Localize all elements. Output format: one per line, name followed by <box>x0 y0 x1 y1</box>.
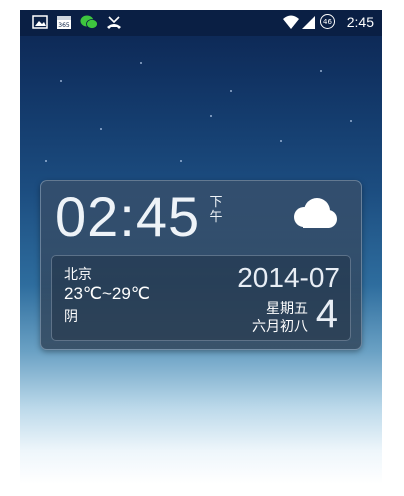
phone-screen: 365 46 2:45 02:45 下午 北京 23℃~29℃ 阴 2014-0… <box>20 10 382 484</box>
city-name: 北京 <box>64 267 92 283</box>
clock-time[interactable]: 02:45 <box>55 184 200 249</box>
missed-call-icon[interactable] <box>106 14 122 30</box>
weather-condition: 阴 <box>64 309 78 325</box>
network-badge-icon: 46 <box>320 14 335 29</box>
wechat-icon[interactable] <box>80 14 98 30</box>
weekday: 星期五 <box>266 301 308 317</box>
temperature-range: 23℃~29℃ <box>64 284 150 303</box>
cloud-icon[interactable] <box>289 197 339 231</box>
lunar-date: 六月初八 <box>252 319 308 335</box>
weather-date-panel[interactable]: 北京 23℃~29℃ 阴 2014-07 星期五 六月初八 4 <box>51 255 351 341</box>
image-icon[interactable] <box>32 14 48 30</box>
date-year-month[interactable]: 2014-07 <box>237 262 340 294</box>
status-bar: 365 46 2:45 <box>20 10 382 36</box>
wifi-icon <box>283 15 299 29</box>
ampm-label: 下午 <box>209 195 223 225</box>
clock-weather-widget[interactable]: 02:45 下午 北京 23℃~29℃ 阴 2014-07 星期五 六月初八 4 <box>40 180 362 350</box>
svg-text:365: 365 <box>58 22 70 29</box>
day-of-month: 4 <box>315 292 338 336</box>
signal-icon <box>302 16 315 29</box>
status-time: 2:45 <box>346 14 374 30</box>
calendar-icon[interactable]: 365 <box>56 14 72 30</box>
